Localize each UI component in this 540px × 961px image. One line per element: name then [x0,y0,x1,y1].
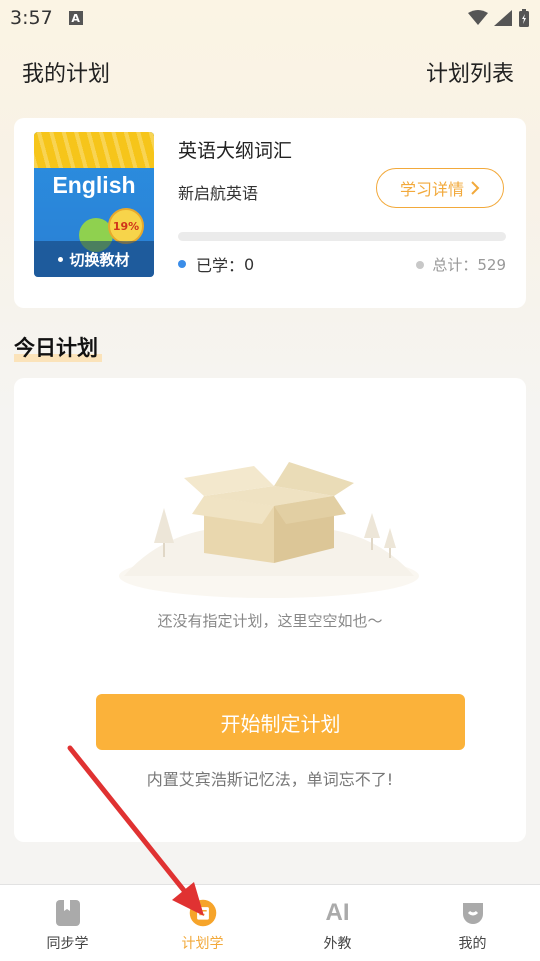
book-cover[interactable]: English 19% 切换教材 [34,132,154,277]
plan-list-link[interactable]: 计划列表 [426,56,514,88]
switch-textbook-button[interactable]: 切换教材 [34,241,154,277]
status-bar: 3:57 A [0,0,540,36]
bottom-tab-bar: 同步学 计划学 AI 外教 我的 [0,884,540,961]
profile-icon [459,899,487,927]
cover-dot-icon [58,256,64,262]
signal-icon [494,10,512,26]
tab-mine[interactable]: 我的 [405,885,540,961]
tab-foreign-teacher[interactable]: AI 外教 [270,885,405,961]
wifi-icon [468,10,488,25]
chevron-right-icon [471,181,480,195]
total-count: 总计： 529 [416,254,506,275]
today-plan-card: 还没有指定计划，这里空空如也～ 开始制定计划 内置艾宾浩斯记忆法，单词忘不了! [14,378,526,842]
empty-box-illustration [119,462,419,598]
book-publisher: 新启航英语 [178,184,259,203]
tab-label: 我的 [458,936,487,952]
total-dot-icon [416,260,425,269]
ai-icon-text: AI [325,899,350,926]
learned-count: 已学： 0 [178,252,254,276]
memory-method-tip: 内置艾宾浩斯记忆法，单词忘不了! [146,770,394,789]
total-value: 529 [477,255,506,274]
cover-badge: 19% [108,208,144,244]
learned-value: 0 [244,254,255,274]
status-time: 3:57 [10,7,53,29]
book-icon [54,899,82,927]
study-detail-button[interactable]: 学习详情 [376,168,504,208]
page-title: 我的计划 [22,62,111,87]
tab-label: 外教 [323,936,352,952]
tab-plan-study[interactable]: 计划学 [135,885,270,961]
progress-bar [178,232,506,241]
battery-icon [519,9,529,27]
cover-rays-decoration [34,132,154,168]
ai-icon: AI [324,899,352,927]
study-detail-label: 学习详情 [399,180,464,199]
switch-textbook-label: 切换教材 [69,250,130,269]
tab-label: 计划学 [181,936,224,952]
learned-dot-icon [178,260,186,268]
learned-label: 已学： [196,256,245,275]
tab-label: 同步学 [46,936,89,952]
cover-title: English [52,172,136,198]
total-label: 总计： [432,256,478,274]
tab-sync-study[interactable]: 同步学 [0,885,135,961]
empty-state-text: 还没有指定计划，这里空空如也～ [157,612,383,630]
page-header: 我的计划 计划列表 [22,55,514,89]
book-name: 英语大纲词汇 [178,140,293,162]
notification-icon: A [68,11,83,25]
today-plan-title: 今日计划 [14,336,98,360]
start-plan-button[interactable]: 开始制定计划 [96,694,465,750]
book-card: English 19% 切换教材 英语大纲词汇 新启航英语 学习详情 已学： 0… [14,118,526,308]
plan-icon [189,899,217,927]
